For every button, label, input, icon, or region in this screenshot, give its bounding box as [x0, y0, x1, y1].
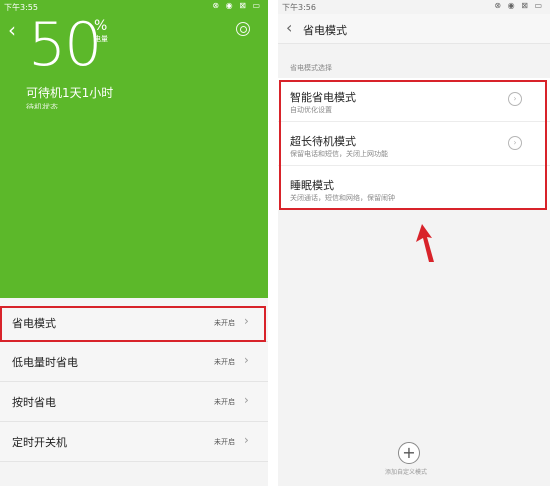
left-screen: 下午3:55 ⊗ ◉ ⊠ ▭ ‹ 50 % 电量 可待机1天1小时 待机状态 省… — [0, 0, 268, 486]
chevron-right-icon: › — [244, 393, 249, 407]
chevron-right-icon: › — [244, 433, 249, 447]
percent-sign: % — [94, 18, 108, 34]
list-item-scheduled-power[interactable]: 定时开关机 未开启 › — [0, 422, 268, 462]
list-item-state: 未开启 — [214, 438, 235, 446]
red-arrow-icon — [416, 224, 434, 262]
list-item-label: 低电量时省电 — [12, 356, 78, 369]
status-icons: ⊗ ◉ ⊠ ▭ — [212, 1, 262, 10]
add-custom-mode-label: 添加自定义模式 — [385, 469, 428, 476]
chevron-right-icon: › — [244, 353, 249, 367]
back-icon[interactable]: ‹ — [286, 18, 292, 37]
list-item-label: 按时省电 — [12, 396, 56, 409]
standby-subtitle: 待机状态 — [26, 103, 58, 109]
list-item-label: 定时开关机 — [12, 436, 67, 449]
section-label: 省电模式选择 — [290, 64, 332, 72]
battery-label: 电量 — [94, 35, 108, 43]
status-icons: ⊗ ◉ ⊠ ▭ — [494, 1, 544, 10]
standby-time: 可待机1天1小时 — [26, 86, 114, 100]
status-time: 下午3:56 — [282, 3, 316, 12]
status-bar: 下午3:56 ⊗ ◉ ⊠ ▭ — [278, 0, 550, 14]
highlight-box-left — [0, 306, 266, 342]
app-header: ‹ 省电模式 — [278, 14, 550, 44]
add-custom-mode-button[interactable]: + — [398, 442, 420, 464]
battery-panel: 下午3:55 ⊗ ◉ ⊠ ▭ ‹ 50 % 电量 可待机1天1小时 待机状态 — [0, 0, 268, 298]
list-item-low-battery-saving[interactable]: 低电量时省电 未开启 › — [0, 342, 268, 382]
gear-icon[interactable] — [236, 22, 250, 36]
back-icon[interactable]: ‹ — [8, 20, 16, 40]
list-item-scheduled-saving[interactable]: 按时省电 未开启 › — [0, 382, 268, 422]
battery-percent: 50 — [28, 10, 102, 80]
list-item-state: 未开启 — [214, 398, 235, 406]
list-item-state: 未开启 — [214, 358, 235, 366]
page-title: 省电模式 — [303, 24, 347, 37]
highlight-box-right — [279, 80, 547, 210]
